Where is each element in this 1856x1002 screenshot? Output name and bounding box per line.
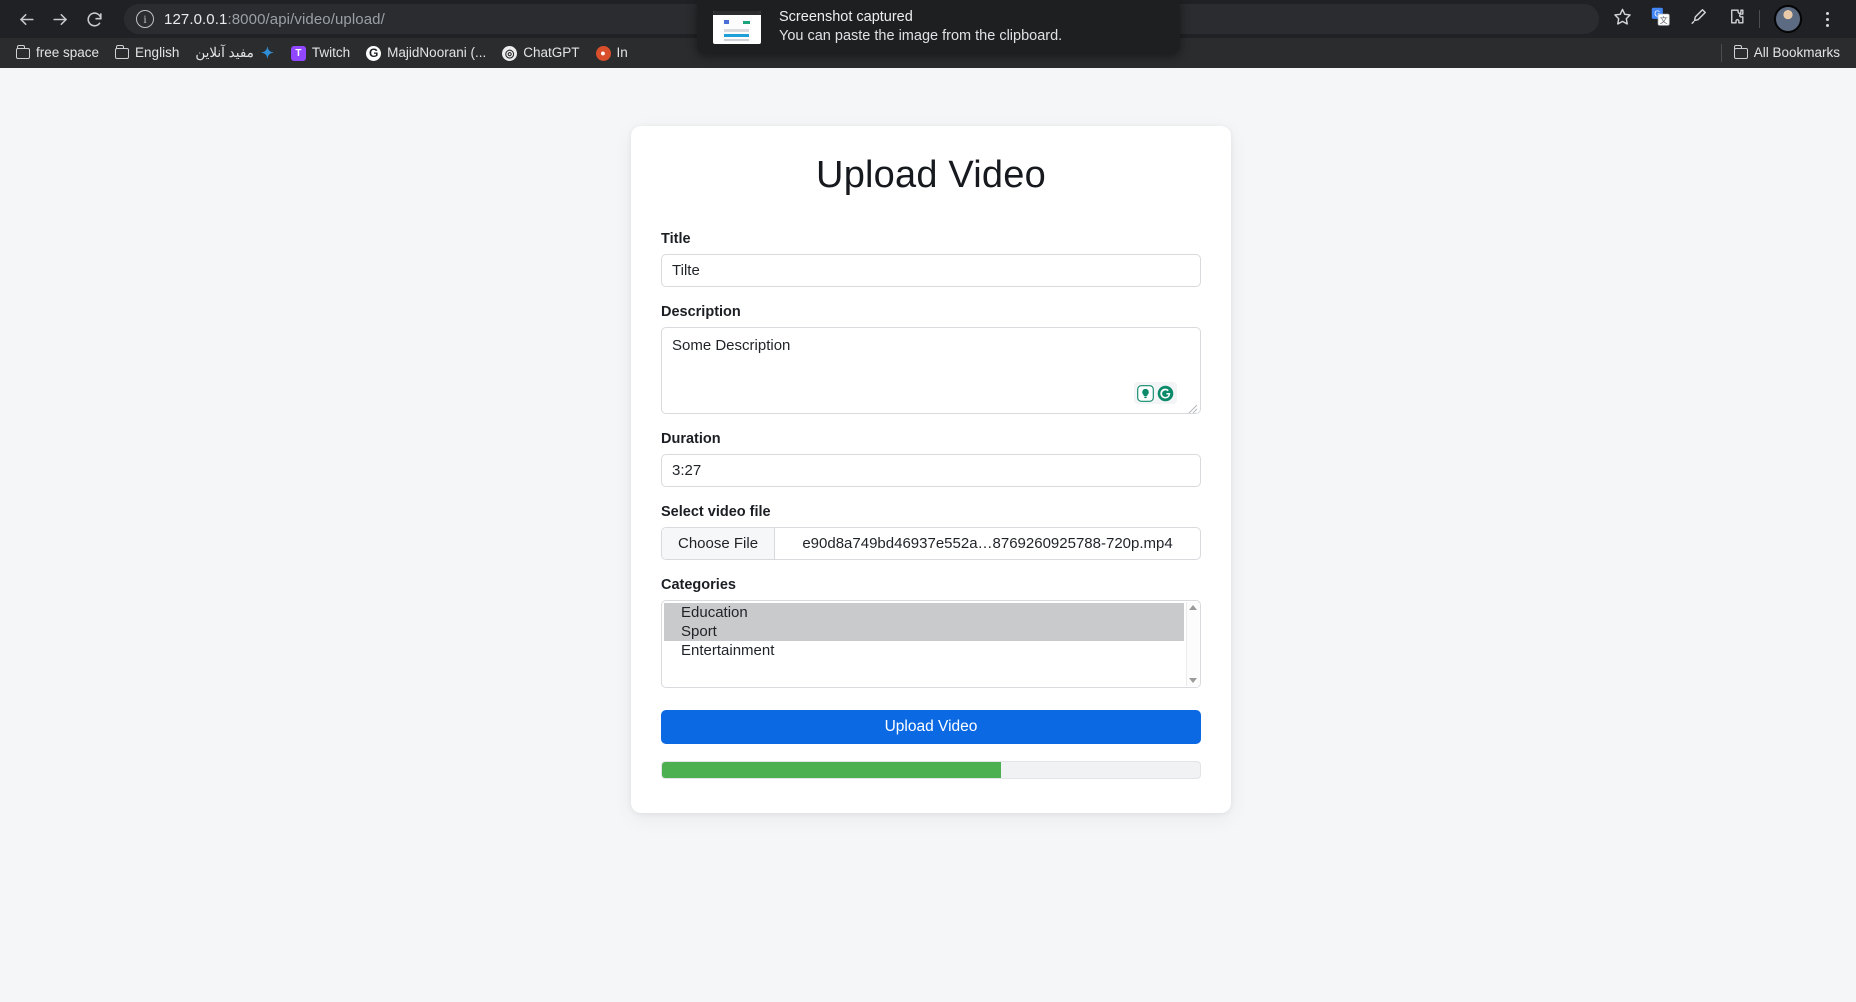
all-bookmarks-button[interactable]: All Bookmarks	[1726, 42, 1848, 64]
bookmark-label: English	[135, 45, 180, 61]
category-option-sport[interactable]: Sport	[664, 622, 1184, 641]
bookmark-mofid-online[interactable]: ✦ مفید آنلاین	[187, 42, 283, 64]
screenshot-notification[interactable]: Screenshot captured You can paste the im…	[697, 0, 1180, 54]
folder-icon	[115, 44, 130, 59]
reload-icon	[85, 10, 104, 29]
profile-avatar-icon	[1776, 7, 1800, 31]
categories-options: Education Sport Entertainment	[662, 603, 1200, 660]
bookmark-label: MajidNoorani (...	[387, 45, 487, 61]
pencil-eyedropper-icon	[1689, 7, 1708, 31]
scroll-down-arrow-icon[interactable]	[1189, 678, 1197, 683]
title-input[interactable]	[661, 254, 1201, 287]
reload-button[interactable]	[78, 3, 110, 35]
bookmark-free-space[interactable]: free space	[8, 42, 107, 64]
bookmarks-bar-right: All Bookmarks	[1717, 42, 1848, 64]
google-translate-icon: G 文	[1651, 7, 1670, 31]
bookmark-label: free space	[36, 45, 100, 61]
bookmark-twitch[interactable]: T Twitch	[283, 42, 358, 64]
upload-progress-bar	[661, 761, 1201, 779]
field-title: Title	[661, 231, 1201, 287]
grammarly-logo-icon[interactable]	[1157, 385, 1174, 402]
field-description: Description	[661, 304, 1201, 414]
choose-file-button[interactable]: Choose File	[662, 528, 776, 559]
openai-icon: ◎	[502, 45, 518, 61]
title-label: Title	[661, 231, 691, 247]
folder-icon	[1733, 44, 1748, 59]
three-dot-menu-icon	[1825, 11, 1829, 27]
svg-text:文: 文	[1659, 15, 1667, 25]
bookmark-label: ChatGPT	[523, 45, 580, 61]
field-duration: Duration	[661, 431, 1201, 487]
screenshot-thumbnail-icon	[713, 10, 761, 44]
page-viewport: Upload Video Title Description	[0, 68, 1856, 1002]
bookmark-majidnoorani[interactable]: G MajidNoorani (...	[358, 42, 494, 64]
bookmark-star-icon	[1613, 7, 1632, 31]
toolbar-actions: G 文	[1603, 4, 1846, 34]
notification-title: Screenshot captured	[779, 8, 913, 25]
upload-video-button[interactable]: Upload Video	[661, 710, 1201, 744]
back-arrow-icon	[17, 10, 36, 29]
bookmark-in[interactable]: ● In	[588, 42, 636, 64]
folder-icon	[16, 44, 30, 59]
duration-input[interactable]	[661, 454, 1201, 487]
bookmark-label: Twitch	[311, 45, 351, 61]
extensions-puzzle-icon	[1727, 7, 1746, 31]
url-text: 127.0.0.1:8000/api/video/upload/	[164, 10, 385, 28]
bookmark-label: مفید آنلاین	[195, 45, 254, 61]
category-option-entertainment[interactable]: Entertainment	[664, 641, 1184, 660]
extensions-button[interactable]	[1721, 4, 1751, 34]
description-wrap	[661, 327, 1201, 414]
field-categories: Categories Education Sport Entertainment	[661, 577, 1201, 688]
scroll-up-arrow-icon[interactable]	[1189, 605, 1197, 610]
page-title: Upload Video	[816, 154, 1046, 196]
site-icon: ●	[595, 45, 611, 61]
bookmark-label: In	[616, 45, 628, 61]
grammarly-widget[interactable]	[1134, 382, 1177, 404]
file-input-row[interactable]: Choose File e90d8a749bd46937e552a…876926…	[661, 527, 1201, 560]
site-information-icon[interactable]: i	[136, 10, 154, 28]
notification-body: You can paste the image from the clipboa…	[779, 27, 1063, 44]
site-icon: ✦	[261, 45, 274, 62]
forward-arrow-icon	[51, 10, 70, 29]
github-icon: G	[366, 45, 382, 61]
translate-button[interactable]: G 文	[1645, 4, 1675, 34]
description-textarea[interactable]	[661, 327, 1201, 414]
bookmark-star-button[interactable]	[1607, 4, 1637, 34]
toolbar-divider	[1759, 10, 1760, 28]
categories-scrollbar[interactable]	[1186, 602, 1199, 686]
selected-file-name: e90d8a749bd46937e552a…8769260925788-720p…	[802, 535, 1173, 552]
categories-label: Categories	[661, 577, 736, 593]
eyedropper-button[interactable]	[1683, 4, 1713, 34]
chrome-menu-button[interactable]	[1812, 4, 1842, 34]
field-video-file: Select video file Choose File e90d8a749b…	[661, 504, 1201, 560]
description-label: Description	[661, 304, 741, 320]
categories-listbox[interactable]: Education Sport Entertainment	[661, 600, 1201, 688]
category-option-education[interactable]: Education	[664, 603, 1184, 622]
video-file-label: Select video file	[661, 504, 771, 520]
bookmarks-divider	[1720, 44, 1722, 62]
all-bookmarks-label: All Bookmarks	[1753, 45, 1840, 61]
bookmark-chatgpt[interactable]: ◎ ChatGPT	[494, 42, 587, 64]
upload-video-card: Upload Video Title Description	[631, 126, 1231, 813]
grammarly-lightbulb-icon[interactable]	[1137, 384, 1154, 402]
profile-button[interactable]	[1774, 5, 1802, 33]
twitch-icon: T	[290, 45, 306, 61]
notification-text: Screenshot captured You can paste the im…	[779, 8, 1063, 45]
back-button[interactable]	[10, 3, 42, 35]
upload-progress-fill	[662, 762, 1001, 778]
forward-button[interactable]	[44, 3, 76, 35]
duration-label: Duration	[661, 431, 721, 447]
bookmark-english[interactable]: English	[107, 42, 187, 64]
